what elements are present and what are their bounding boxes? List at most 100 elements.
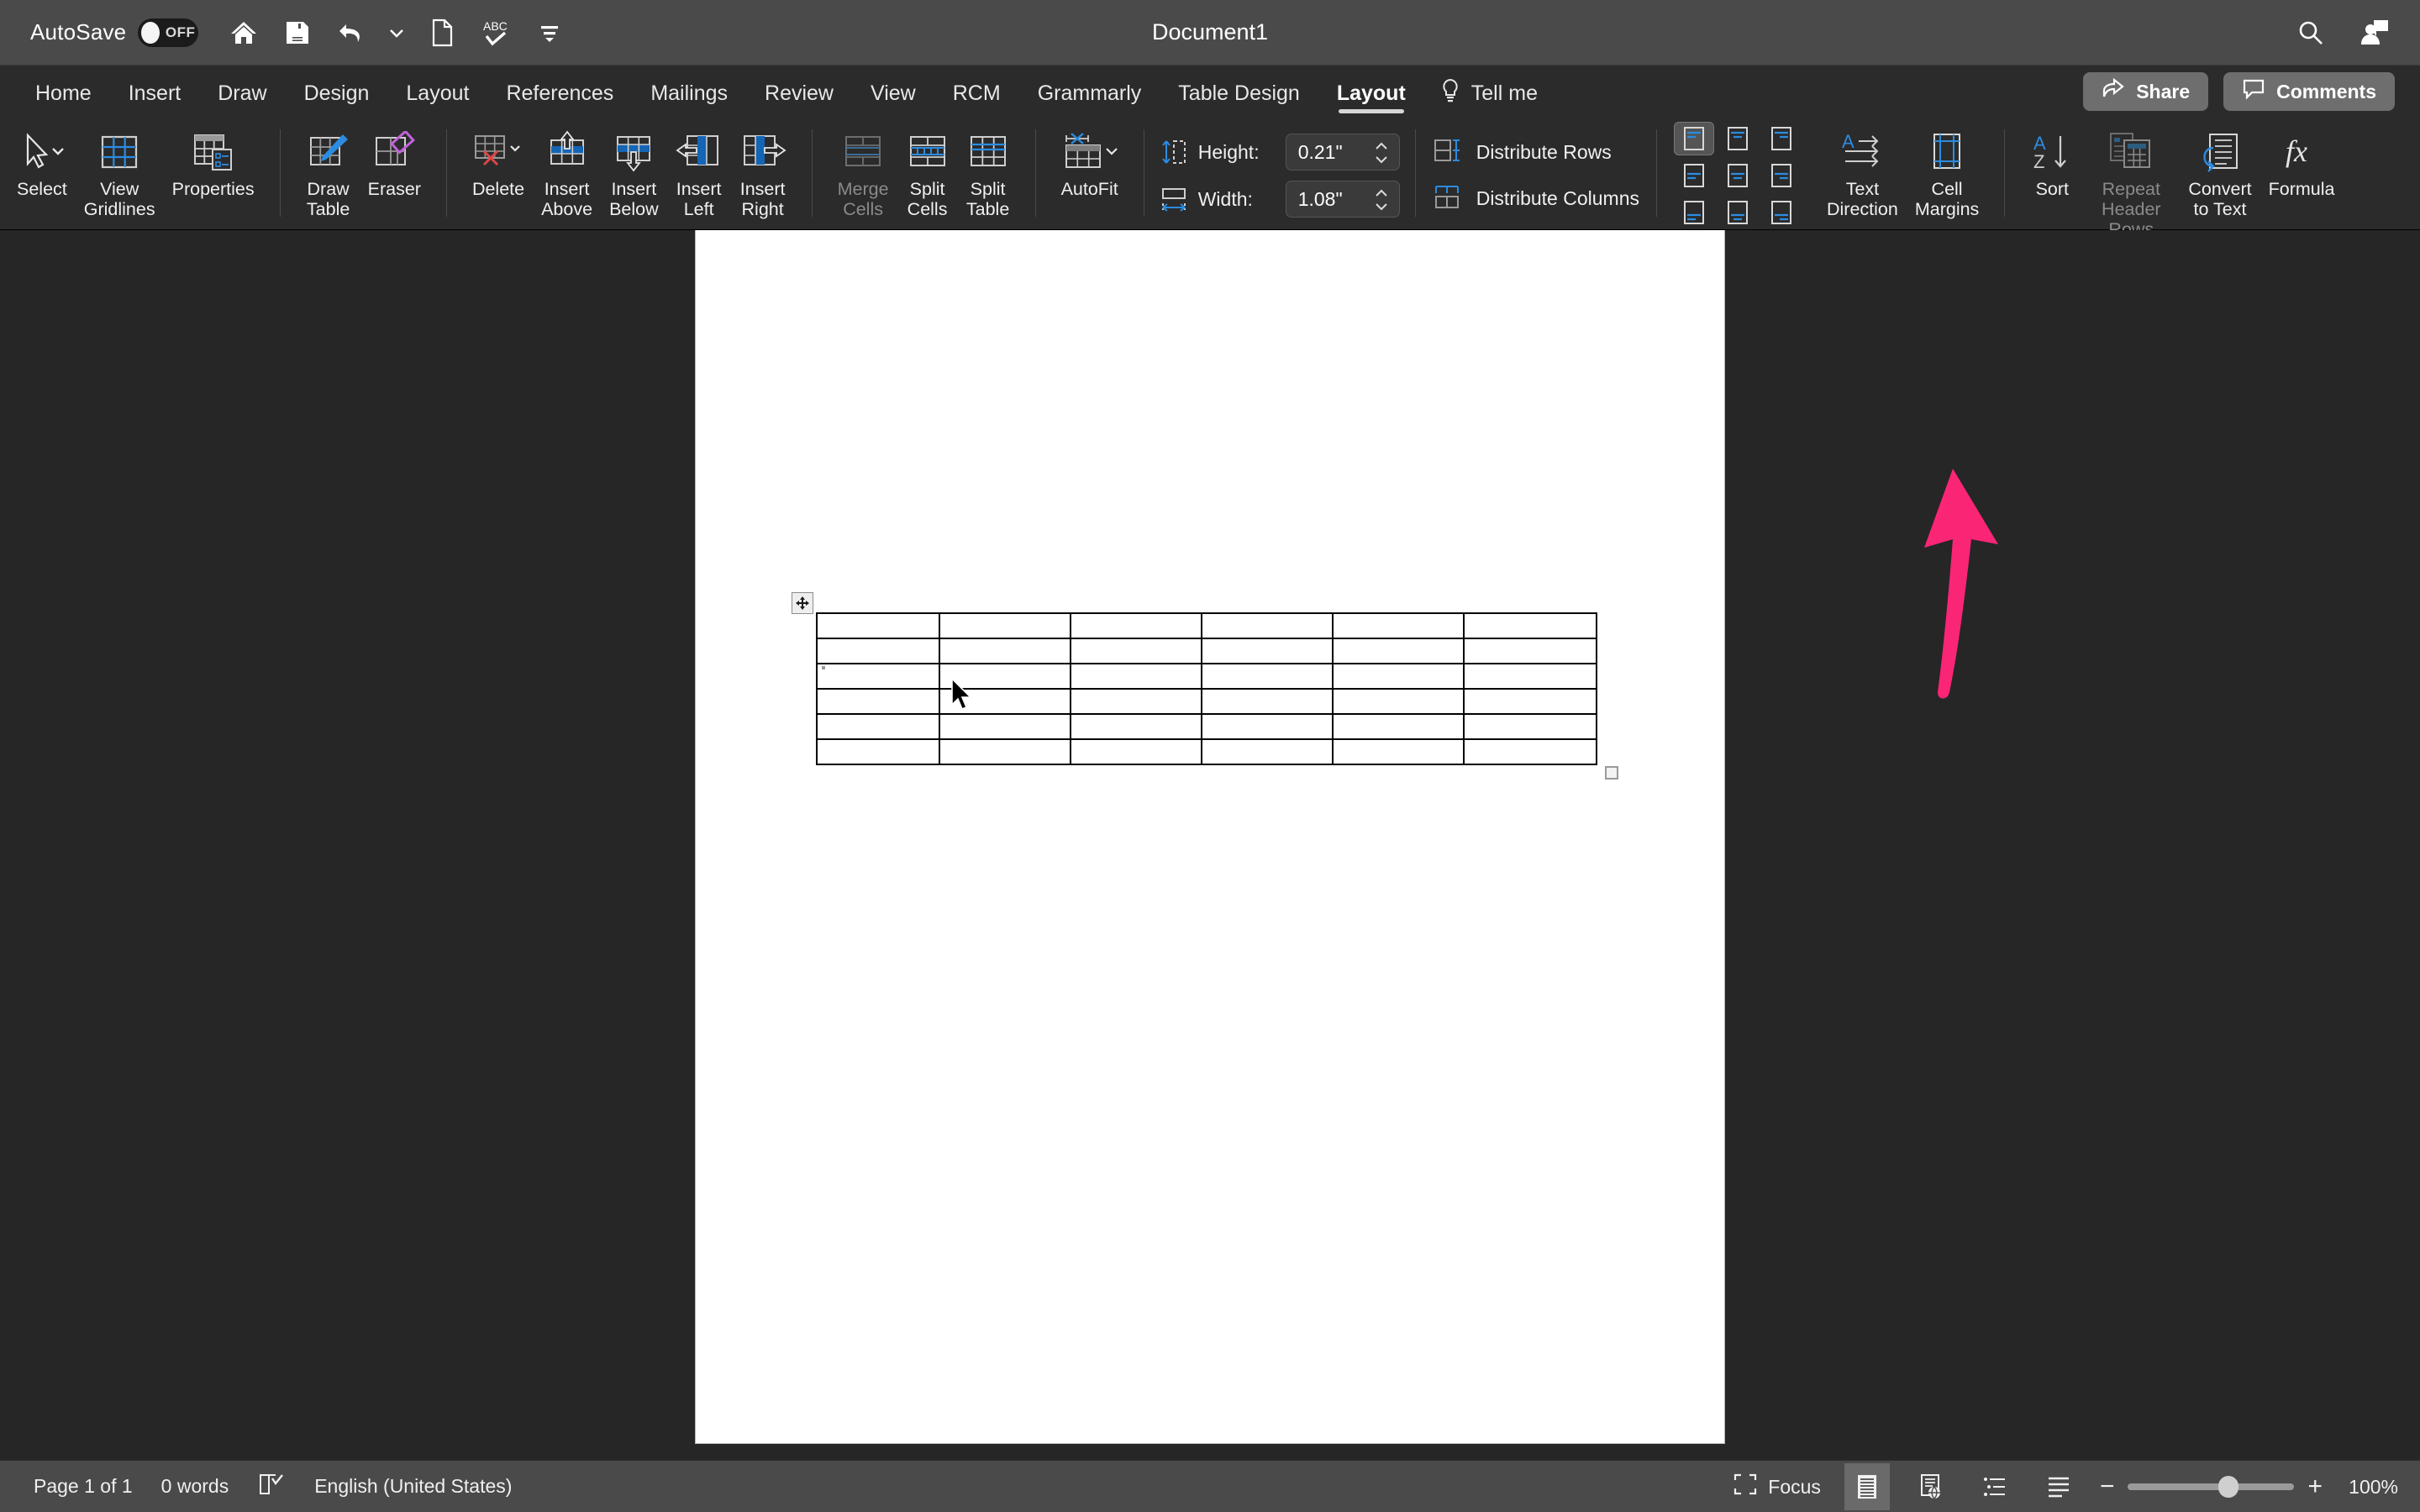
table-cell[interactable] [816, 612, 940, 639]
table-move-handle[interactable] [792, 592, 813, 614]
comments-button[interactable]: Comments [2223, 72, 2395, 111]
table-cell[interactable] [816, 663, 940, 690]
outline-view-button[interactable] [1972, 1463, 2018, 1510]
autofit-button[interactable]: AutoFit [1053, 121, 1127, 199]
table-row[interactable] [816, 713, 1597, 740]
eraser-button[interactable]: Eraser [360, 121, 429, 199]
table-cell[interactable] [816, 638, 940, 664]
spelling-icon[interactable]: ABC [479, 16, 513, 50]
table-cell[interactable] [1201, 688, 1334, 715]
tab-rcm[interactable]: RCM [934, 66, 1019, 121]
web-layout-view-button[interactable] [1908, 1463, 1954, 1510]
table-cell[interactable] [1332, 612, 1465, 639]
undo-icon[interactable] [334, 16, 368, 50]
width-input[interactable]: 1.08" [1285, 181, 1400, 218]
table-cell[interactable] [1201, 713, 1334, 740]
formula-button[interactable]: fx Formula [2260, 121, 2344, 199]
table-cell[interactable] [816, 688, 940, 715]
width-stepper[interactable] [1372, 181, 1391, 218]
align-top-right-button[interactable] [1761, 122, 1802, 155]
align-top-left-button[interactable] [1674, 121, 1714, 155]
page-info[interactable]: Page 1 of 1 [34, 1475, 133, 1498]
cell-margins-button[interactable]: Cell Margins [1907, 121, 1987, 219]
table-cell[interactable] [1463, 688, 1597, 715]
tell-me-button[interactable]: Tell me [1424, 66, 1553, 121]
tab-table-design[interactable]: Table Design [1160, 66, 1318, 121]
tab-table-layout[interactable]: Layout [1318, 66, 1424, 121]
zoom-control[interactable]: − + 100% [2100, 1474, 2398, 1499]
table-cell[interactable] [1070, 612, 1202, 639]
table-cell[interactable] [1332, 713, 1465, 740]
select-button[interactable]: Select [8, 121, 76, 199]
save-icon[interactable] [281, 16, 314, 50]
distribute-columns-button[interactable]: Distribute Columns [1433, 183, 1639, 214]
table-cell[interactable] [1332, 663, 1465, 690]
table-cell[interactable] [816, 738, 940, 765]
align-center-left-button[interactable] [1674, 159, 1714, 192]
tab-layout[interactable]: Layout [387, 66, 487, 121]
align-top-center-button[interactable] [1718, 122, 1758, 155]
table-cell[interactable] [1463, 638, 1597, 664]
table-cell[interactable] [939, 638, 1071, 664]
table-cell[interactable] [1332, 738, 1465, 765]
table-cell[interactable] [1463, 612, 1597, 639]
draft-view-button[interactable] [2036, 1463, 2081, 1510]
focus-button[interactable]: Focus [1728, 1473, 1826, 1501]
table-cell[interactable] [939, 612, 1071, 639]
align-center-right-button[interactable] [1761, 159, 1802, 192]
language-indicator[interactable]: English (United States) [314, 1475, 512, 1498]
autosave-control[interactable]: AutoSave OFF [30, 18, 199, 47]
word-count[interactable]: 0 words [161, 1475, 229, 1498]
delete-button[interactable]: Delete [464, 121, 533, 199]
table-cell[interactable] [1201, 663, 1334, 690]
table-cell[interactable] [1070, 713, 1202, 740]
tab-draw[interactable]: Draw [199, 66, 285, 121]
search-icon[interactable] [2294, 16, 2328, 50]
table-cell[interactable] [1070, 738, 1202, 765]
align-bottom-left-button[interactable] [1674, 196, 1714, 229]
insert-right-button[interactable]: Insert Right [731, 121, 795, 219]
print-layout-view-button[interactable] [1844, 1463, 1890, 1510]
table-row[interactable] [816, 638, 1597, 664]
table-cell[interactable] [1070, 638, 1202, 664]
convert-to-text-button[interactable]: Convert to Text [2180, 121, 2260, 219]
table-row[interactable] [816, 663, 1597, 690]
share-button[interactable]: Share [2083, 72, 2209, 111]
zoom-level-label[interactable]: 100% [2336, 1476, 2398, 1499]
table-cell[interactable] [1332, 688, 1465, 715]
table-cell[interactable] [939, 738, 1071, 765]
draw-table-button[interactable]: Draw Table [297, 121, 360, 219]
table-cell[interactable] [1201, 638, 1334, 664]
view-gridlines-button[interactable]: View Gridlines [76, 121, 164, 219]
table-row[interactable] [816, 738, 1597, 765]
text-direction-button[interactable]: A Text Direction [1818, 121, 1907, 219]
autosave-toggle[interactable]: OFF [138, 18, 199, 47]
table-cell[interactable] [1201, 612, 1334, 639]
table-row[interactable] [816, 612, 1597, 639]
zoom-slider-track[interactable] [2128, 1476, 2295, 1498]
proofing-check-icon[interactable] [257, 1472, 286, 1502]
table-cell[interactable] [1070, 688, 1202, 715]
align-bottom-center-button[interactable] [1718, 196, 1758, 229]
insert-above-button[interactable]: Insert Above [533, 121, 601, 219]
properties-button[interactable]: Properties [164, 121, 263, 199]
align-bottom-right-button[interactable] [1761, 196, 1802, 229]
document-page[interactable] [696, 230, 1724, 1443]
tab-design[interactable]: Design [286, 66, 388, 121]
distribute-rows-button[interactable]: Distribute Rows [1433, 137, 1639, 168]
tab-insert[interactable]: Insert [110, 66, 200, 121]
document-table[interactable] [816, 612, 1597, 765]
repeat-header-rows-button[interactable]: Repeat Header Rows [2082, 121, 2180, 239]
table-cell[interactable] [1463, 738, 1597, 765]
tab-view[interactable]: View [852, 66, 934, 121]
height-stepper[interactable] [1372, 134, 1391, 171]
zoom-out-button[interactable]: − [2100, 1474, 2115, 1499]
table-cell[interactable] [1332, 638, 1465, 664]
merge-cells-button[interactable]: Merge Cells [829, 121, 897, 219]
sort-button[interactable]: A Z Sort [2022, 121, 2082, 199]
zoom-slider-thumb[interactable] [2218, 1476, 2239, 1498]
split-table-button[interactable]: Split Table [958, 121, 1018, 219]
home-icon[interactable] [227, 16, 260, 50]
align-center-button[interactable] [1718, 159, 1758, 192]
account-icon[interactable] [2358, 16, 2391, 50]
